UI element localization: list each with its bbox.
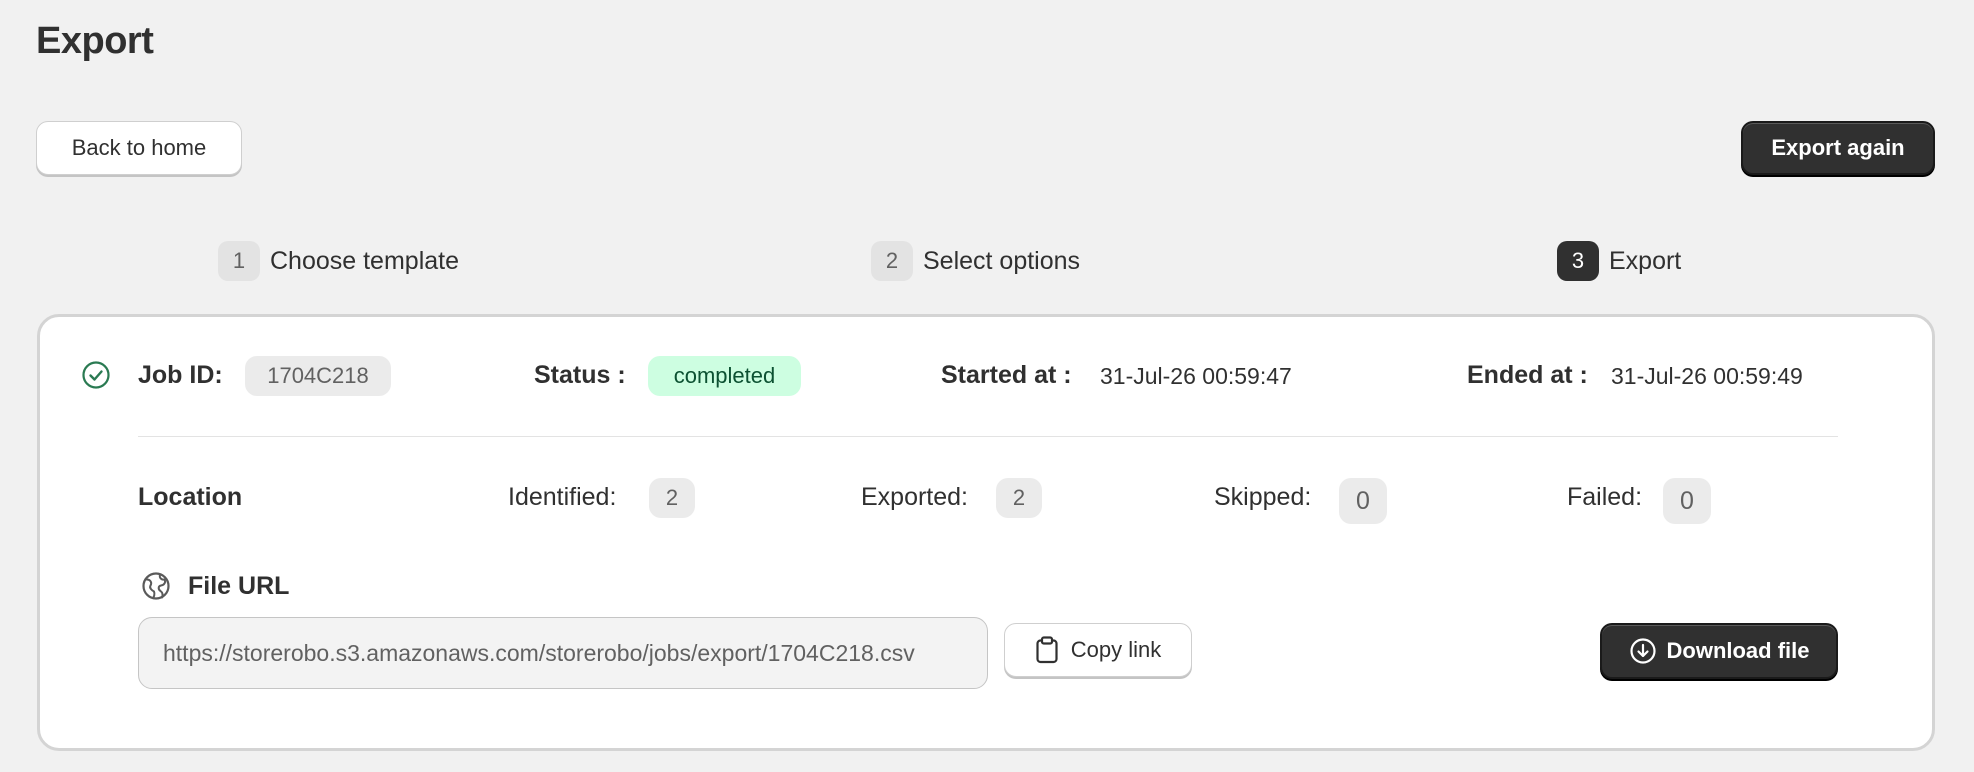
download-file-button[interactable]: Download file — [1600, 623, 1838, 679]
step-label: Select options — [923, 246, 1081, 275]
step-number: 3 — [1557, 241, 1599, 281]
file-url-input[interactable] — [138, 617, 988, 689]
export-job-card: Job ID: 1704C218 Status : completed Star… — [37, 314, 1935, 751]
identified-count: 2 — [649, 478, 695, 518]
page-title: Export — [36, 20, 154, 62]
job-id-label: Job ID: — [138, 361, 223, 389]
job-id-badge: 1704C218 — [245, 356, 391, 396]
location-label: Location — [138, 483, 243, 511]
ended-at-label: Ended at : — [1467, 361, 1588, 389]
ended-at-value: 31-Jul-26 00:59:49 — [1611, 363, 1803, 389]
step-export: 3 Export — [1557, 241, 1681, 281]
exported-label: Exported: — [861, 483, 969, 511]
step-number: 2 — [871, 241, 913, 281]
failed-count: 0 — [1663, 478, 1711, 524]
failed-label: Failed: — [1567, 483, 1643, 511]
skipped-label: Skipped: — [1214, 483, 1312, 511]
exported-count: 2 — [996, 478, 1042, 518]
copy-link-button[interactable]: Copy link — [1004, 623, 1192, 677]
copy-link-label: Copy link — [1070, 637, 1162, 662]
step-choose-template: 1 Choose template — [218, 241, 459, 281]
status-label: Status : — [534, 361, 626, 389]
back-to-home-button[interactable]: Back to home — [36, 121, 242, 175]
identified-label: Identified: — [508, 483, 617, 511]
step-label: Export — [1609, 246, 1682, 275]
download-circle-icon — [1629, 638, 1656, 664]
status-badge: completed — [648, 356, 801, 396]
started-at-value: 31-Jul-26 00:59:47 — [1100, 363, 1292, 389]
step-select-options: 2 Select options — [871, 241, 1080, 281]
step-label: Choose template — [270, 246, 460, 275]
globe-icon — [142, 572, 170, 600]
check-circle-icon — [82, 361, 110, 389]
step-number: 1 — [218, 241, 260, 281]
clipboard-icon — [1036, 636, 1058, 664]
started-at-label: Started at : — [941, 361, 1072, 389]
download-file-label: Download file — [1666, 638, 1810, 663]
skipped-count: 0 — [1339, 478, 1387, 524]
export-again-button[interactable]: Export again — [1741, 121, 1935, 175]
file-url-label: File URL — [188, 572, 290, 600]
divider — [138, 436, 1838, 437]
